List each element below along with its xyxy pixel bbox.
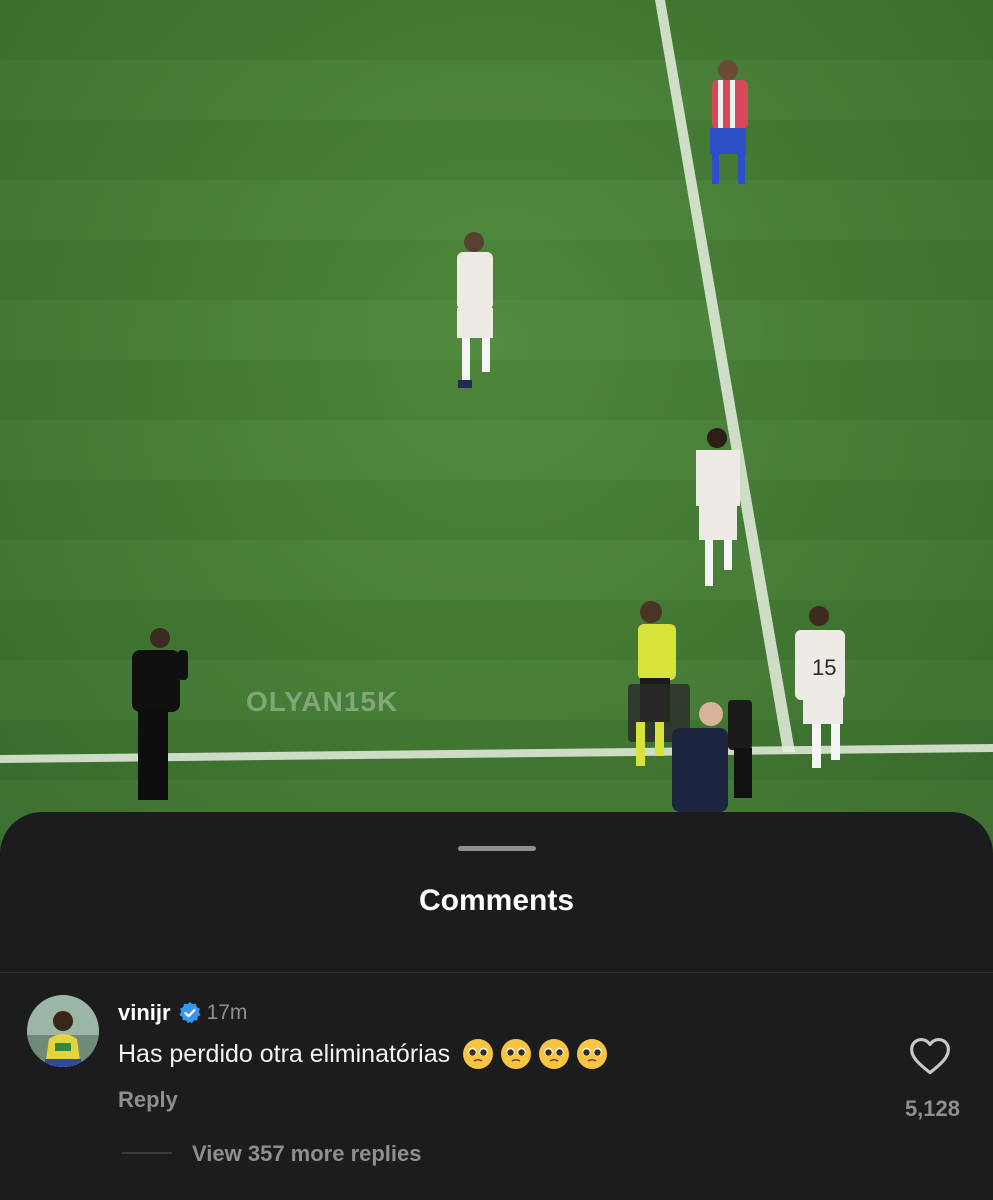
pleading-face-emoji — [577, 1039, 608, 1069]
pleading-face-emoji — [539, 1039, 570, 1069]
comment-username[interactable]: vinijr — [118, 1000, 171, 1026]
player-white-1 — [457, 232, 493, 388]
sheet-title: Comments — [418, 884, 575, 917]
emoji-group — [462, 1038, 614, 1070]
pitch-scene: 15 — [0, 0, 993, 812]
comment-meta: vinijr 17m — [118, 1000, 247, 1026]
comment-time: 17m — [206, 1001, 248, 1024]
header-divider — [0, 972, 993, 973]
shirt-number: 15 — [812, 655, 836, 680]
player-opponent — [710, 60, 748, 184]
verified-badge-icon — [179, 1002, 201, 1024]
like-count: 5,128 — [904, 1096, 960, 1121]
reply-button[interactable]: Reply — [118, 1087, 178, 1113]
heart-icon[interactable] — [909, 1036, 951, 1076]
pleading-face-emoji — [501, 1039, 532, 1069]
comments-sheet: Comments vinijr 17m Has perdido otra eli… — [0, 812, 993, 1200]
player-number-15: 15 — [795, 606, 845, 768]
view-replies-button[interactable]: View 357 more replies — [192, 1141, 422, 1167]
coach — [132, 628, 188, 800]
avatar[interactable] — [27, 995, 99, 1067]
sheet-grabber[interactable] — [458, 846, 536, 851]
replies-connector — [122, 1152, 172, 1154]
comment-text: Has perdido otra eliminatórias — [118, 1039, 451, 1068]
comment-body: Has perdido otra eliminatórias — [118, 1038, 614, 1070]
pleading-face-emoji — [463, 1039, 494, 1069]
video-watermark: OLYAN15K — [246, 686, 399, 717]
video-player[interactable]: 15 OLYAN15K — [0, 0, 993, 860]
player-white-2 — [696, 428, 740, 586]
